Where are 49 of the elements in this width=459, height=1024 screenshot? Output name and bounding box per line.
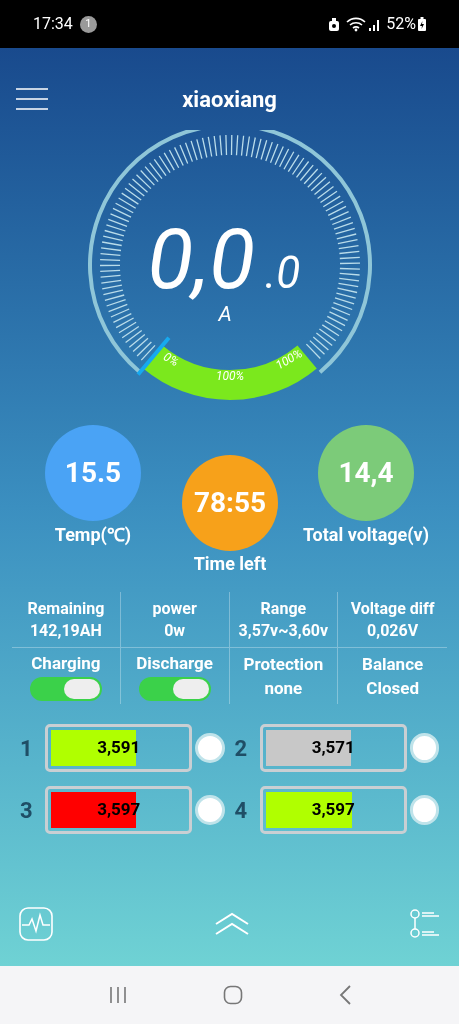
double-chevron-up-icon <box>214 912 249 936</box>
heartbeat-icon <box>19 907 53 941</box>
app-title: xiaoxiang <box>182 85 277 114</box>
control-label: Balance <box>362 653 424 676</box>
status-value: none <box>264 677 303 700</box>
stat-value: 3,57v~3,60v <box>238 619 329 642</box>
toggle-switch[interactable] <box>138 677 211 701</box>
expand-button[interactable] <box>214 912 249 936</box>
clock-time: 17:34 <box>33 13 73 35</box>
back-button[interactable] <box>337 984 352 1006</box>
readout-label: Time left <box>192 553 268 575</box>
stat-value: 142,19AH <box>29 619 102 642</box>
readout-label: Total voltage(v) <box>301 524 431 546</box>
cell-number: 1 <box>20 734 34 763</box>
notification-badge: 1 <box>79 15 97 33</box>
home-button[interactable] <box>222 985 243 1005</box>
wifi-icon <box>346 16 367 32</box>
gauge-max-label: 100% <box>272 346 305 373</box>
control-label: Discharge <box>136 652 213 675</box>
home-icon <box>222 985 243 1005</box>
menu-icon <box>16 88 48 110</box>
current-unit: A <box>218 302 232 326</box>
stat-label: Remaining <box>27 597 105 620</box>
recents-button[interactable] <box>107 985 128 1005</box>
cell-number: 2 <box>234 734 249 763</box>
toggle-switch[interactable] <box>29 677 102 701</box>
signal-icon <box>369 17 382 31</box>
stat-value: 0w <box>164 619 186 642</box>
current-decimal: .0 <box>265 247 302 299</box>
stat-value: 0,026V <box>367 619 419 642</box>
control-label: Charging <box>31 652 101 675</box>
readout-label: Temp(℃) <box>53 524 133 546</box>
battery-charging-icon <box>418 17 426 31</box>
stat-label: Voltage diff <box>350 597 435 620</box>
timeline-icon <box>410 909 440 939</box>
stat-label: power <box>152 597 197 620</box>
cell-number: 4 <box>234 796 249 825</box>
stat-label: Range <box>260 597 307 620</box>
control-label: Protection <box>243 653 324 676</box>
battery-percent: 52% <box>386 13 416 35</box>
gauge-min-label: 0% <box>160 349 181 370</box>
cell-number: 3 <box>20 796 34 825</box>
recents-icon <box>107 985 128 1005</box>
menu-button[interactable] <box>16 87 48 111</box>
chart-button[interactable] <box>19 907 53 941</box>
status-value: Closed <box>366 677 419 700</box>
history-button[interactable] <box>410 909 440 939</box>
back-icon <box>337 984 352 1006</box>
gauge-mid-label: 100% <box>215 369 244 384</box>
